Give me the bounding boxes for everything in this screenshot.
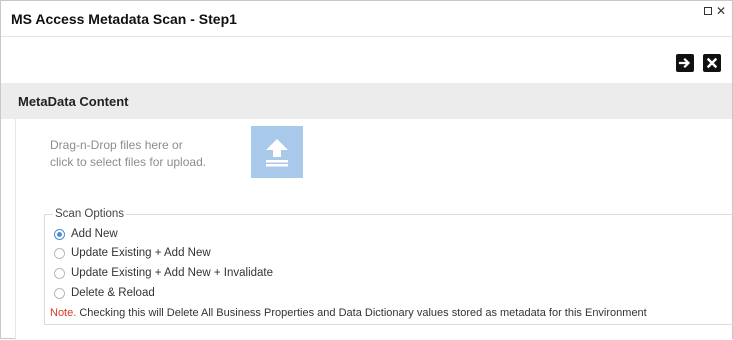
section-title: MetaData Content: [18, 94, 129, 109]
option-label: Update Existing + Add New + Invalidate: [71, 267, 274, 279]
close-icon: [706, 57, 718, 69]
dialog-title: MS Access Metadata Scan - Step1: [11, 11, 237, 27]
window-controls: ✕: [703, 5, 726, 17]
scan-dialog: MS Access Metadata Scan - Step1 ✕ MetaDa…: [0, 0, 733, 340]
radio-update-existing-add-new-invalidate[interactable]: [54, 267, 65, 279]
option-update-existing-add-new-invalidate[interactable]: Update Existing + Add New + Invalidate: [54, 267, 273, 279]
dropzone-line-2: click to select files for upload.: [50, 155, 207, 169]
next-step-button[interactable]: [676, 54, 694, 72]
close-button[interactable]: [703, 54, 721, 72]
radio-delete-reload[interactable]: [54, 287, 65, 299]
dropzone-line-1: Drag-n-Drop files here or: [50, 138, 183, 152]
dropzone-text[interactable]: Drag-n-Drop files here or click to selec…: [50, 137, 206, 171]
upload-icon: [266, 139, 288, 167]
arrow-right-icon: [678, 57, 691, 69]
option-update-existing-add-new[interactable]: Update Existing + Add New: [54, 247, 211, 259]
scan-note: Note. Checking this will Delete All Busi…: [50, 307, 647, 319]
title-bar: MS Access Metadata Scan - Step1 ✕: [1, 1, 732, 37]
option-label: Add New: [71, 228, 118, 240]
section-header: MetaData Content: [1, 83, 732, 119]
option-label: Delete & Reload: [71, 287, 155, 299]
toolbar: [1, 45, 732, 81]
note-label: Note.: [50, 307, 77, 319]
radio-add-new[interactable]: [54, 228, 65, 240]
note-text: Checking this will Delete All Business P…: [76, 307, 647, 319]
option-label: Update Existing + Add New: [71, 247, 211, 259]
scan-options-legend: Scan Options: [53, 208, 127, 220]
radio-update-existing-add-new[interactable]: [54, 247, 65, 259]
upload-button[interactable]: [251, 126, 303, 178]
maximize-icon[interactable]: [703, 7, 712, 15]
window-close-icon[interactable]: ✕: [716, 5, 726, 17]
metadata-content-panel: Drag-n-Drop files here or click to selec…: [15, 119, 733, 340]
option-delete-reload[interactable]: Delete & Reload: [54, 287, 155, 299]
scan-options-group: Scan Options Add New Update Existing + A…: [44, 208, 733, 325]
option-add-new[interactable]: Add New: [54, 228, 118, 240]
